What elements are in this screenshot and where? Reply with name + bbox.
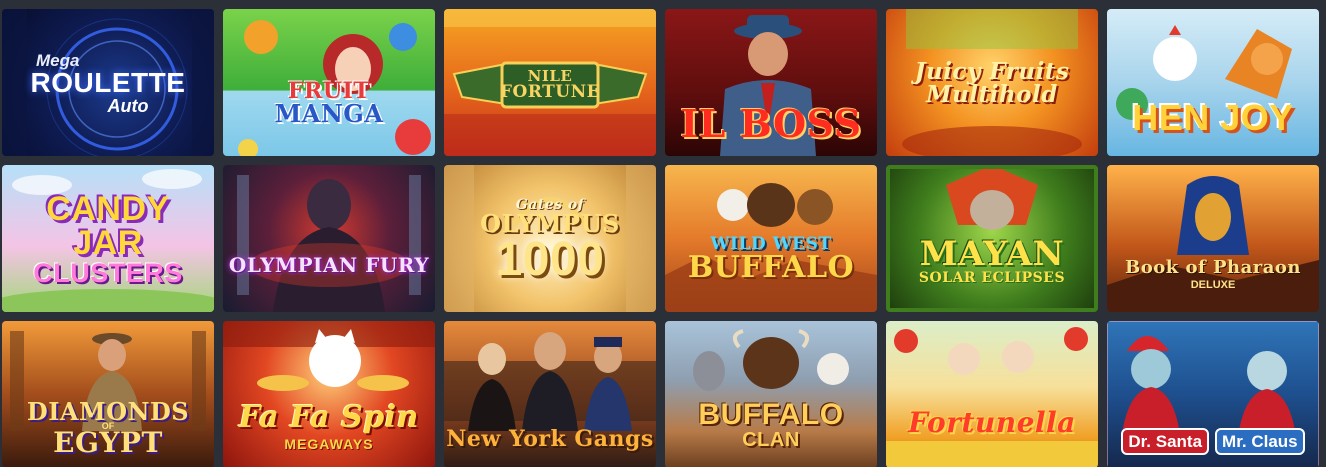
tile-title: Fortunella xyxy=(886,401,1098,445)
title-line-2: MANGA xyxy=(274,99,384,128)
tile-title: New York Gangs xyxy=(444,419,656,459)
game-tile-mega-roulette-auto[interactable]: Mega ROULETTE Auto xyxy=(2,9,214,156)
title-line-1: DIAMONDS xyxy=(26,396,190,426)
title-line-2: EGYPT xyxy=(53,425,163,459)
game-tile-diamonds-of-egypt[interactable]: DIAMONDS OF EGYPT xyxy=(2,321,214,467)
game-tile-il-boss[interactable]: IL BOSS xyxy=(665,9,877,156)
tile-title: HEN JOY xyxy=(1107,93,1319,143)
title-line-1: OLYMPIAN FURY xyxy=(228,253,430,277)
title-line-3: CLUSTERS xyxy=(33,257,183,288)
game-tile-dr-santa-mr-claus[interactable]: Dr. Santa Mr. Claus xyxy=(1107,321,1319,467)
title-line-1: Fa Fa Spin xyxy=(239,400,419,435)
title-line-2: ROULETTE xyxy=(30,66,186,98)
tile-title: WILD WEST BUFFALO xyxy=(665,229,877,289)
tile-title: FRUIT MANGA xyxy=(223,73,435,133)
title-line-2: MEGAWAYS xyxy=(284,436,374,452)
title-line-2: FORTUNE xyxy=(499,82,601,102)
tile-title: Mega ROULETTE Auto xyxy=(2,43,214,123)
tile-title: Juicy Fruits Multihold xyxy=(886,53,1098,113)
game-tile-olympian-fury[interactable]: OLYMPIAN FURY xyxy=(223,165,435,312)
tile-title: Book of Pharaon DELUXE xyxy=(1107,251,1319,299)
tile-title: CANDY JAR CLUSTERS xyxy=(2,185,214,293)
tile-title: MAYAN SOLAR ECLIPSES xyxy=(886,231,1098,291)
title-line-2: CLAN xyxy=(742,429,800,451)
game-tile-candy-jar-clusters[interactable]: CANDY JAR CLUSTERS xyxy=(2,165,214,312)
title-line-1: HEN JOY xyxy=(1132,97,1294,138)
game-grid: Mega ROULETTE Auto FRUIT MANGA NILE FORT… xyxy=(0,0,1326,467)
title-line-1: Book of Pharaon xyxy=(1124,257,1301,278)
tile-title: Gates of OLYMPUS 1000 xyxy=(444,181,656,301)
title-line-2: JAR xyxy=(73,223,143,262)
tile-title: NILE FORTUNE xyxy=(444,63,656,107)
tile-title: DIAMONDS OF EGYPT xyxy=(2,397,214,459)
title-line-2: BUFFALO xyxy=(687,249,855,285)
title-line-2: Mr. Claus xyxy=(1215,427,1305,455)
title-line-2: SOLAR ECLIPSES xyxy=(918,270,1066,286)
tile-title: OLYMPIAN FURY xyxy=(223,247,435,283)
game-tile-mayan-solar-eclipses[interactable]: MAYAN SOLAR ECLIPSES xyxy=(886,165,1098,312)
title-line-1: IL BOSS xyxy=(680,101,862,146)
title-line-2: DELUXE xyxy=(1190,279,1236,291)
tile-title: BUFFALO CLAN xyxy=(665,395,877,455)
title-line-1: Fortunella xyxy=(908,406,1076,439)
title-line-1: BUFFALO xyxy=(698,398,844,431)
tile-title: IL BOSS xyxy=(665,101,877,147)
title-line-3: 1000 xyxy=(495,233,605,286)
game-tile-buffalo-clan[interactable]: BUFFALO CLAN xyxy=(665,321,877,467)
game-tile-hen-joy[interactable]: HEN JOY xyxy=(1107,9,1319,156)
title-line-2: Multihold xyxy=(926,81,1058,108)
title-line-3: Auto xyxy=(107,95,149,116)
title-line-1: Mega xyxy=(36,50,80,70)
game-tile-wild-west-buffalo[interactable]: WILD WEST BUFFALO xyxy=(665,165,877,312)
title-line-1: MAYAN xyxy=(919,234,1065,274)
game-tile-new-york-gangs[interactable]: New York Gangs xyxy=(444,321,656,467)
game-tile-juicy-fruits-multihold[interactable]: Juicy Fruits Multihold xyxy=(886,9,1098,156)
game-tile-fruit-manga[interactable]: FRUIT MANGA xyxy=(223,9,435,156)
title-line-1: CANDY xyxy=(46,189,170,228)
tile-title: Fa Fa Spin MEGAWAYS xyxy=(223,395,435,459)
game-tile-nile-fortune[interactable]: NILE FORTUNE xyxy=(444,9,656,156)
game-tile-fa-fa-spin-megaways[interactable]: Fa Fa Spin MEGAWAYS xyxy=(223,321,435,467)
title-line-1: Dr. Santa xyxy=(1121,427,1210,455)
title-line-1: Juicy Fruits xyxy=(914,58,1070,85)
warrior-icon xyxy=(237,175,421,312)
game-tile-book-of-pharaon-deluxe[interactable]: Book of Pharaon DELUXE xyxy=(1107,165,1319,312)
game-tile-fortunella[interactable]: Fortunella xyxy=(886,321,1098,467)
lucky-kids-icon xyxy=(886,327,1098,467)
title-line-1: New York Gangs xyxy=(446,426,654,452)
tile-title: Dr. Santa Mr. Claus xyxy=(1107,423,1319,459)
game-tile-gates-of-olympus-1000[interactable]: Gates of OLYMPUS 1000 xyxy=(444,165,656,312)
